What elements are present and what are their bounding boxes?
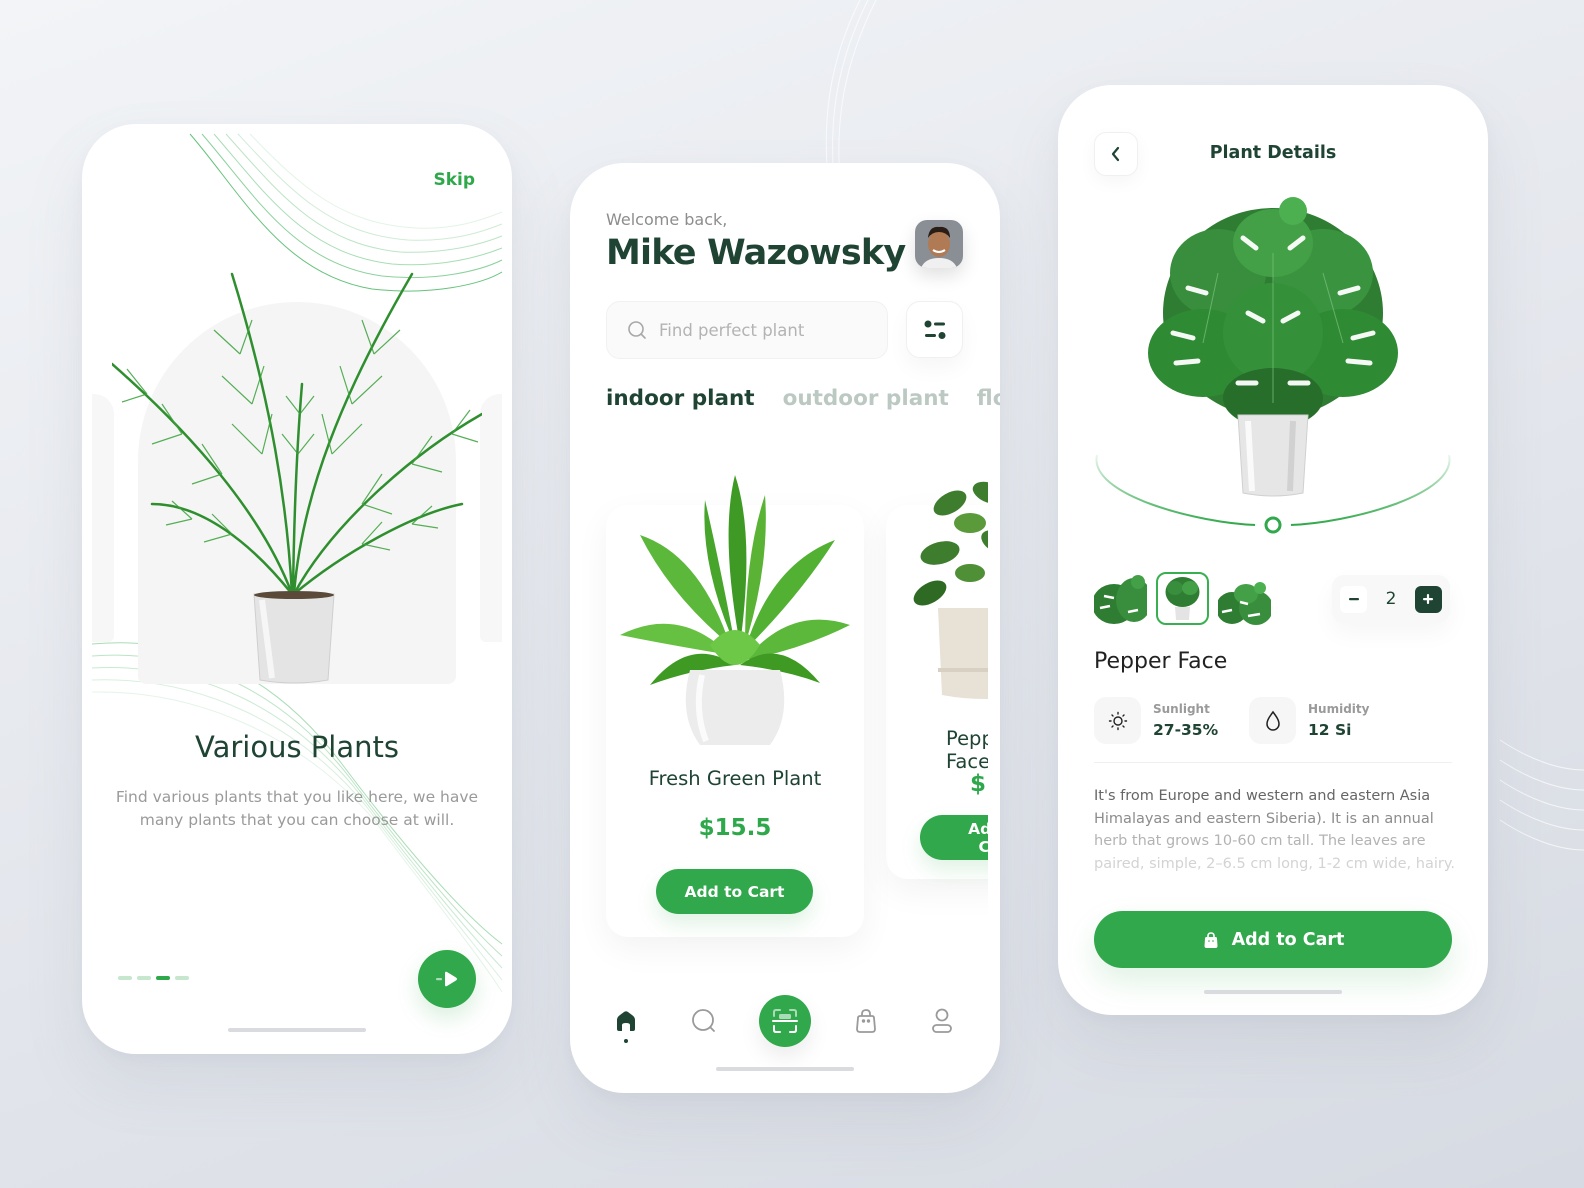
nav-profile[interactable] [916,995,968,1047]
tab-indoor-plant[interactable]: indoor plant [606,386,755,411]
page-title: Plant Details [1209,143,1337,163]
home-indicator [1204,990,1342,994]
stat-value: 27-35% [1153,721,1219,739]
plant-description: It's from Europe and western and eastern… [1094,785,1455,875]
thumbnail-leaf-closeup[interactable] [1094,572,1147,625]
stat-label: Humidity [1308,702,1370,716]
product-image [620,475,850,745]
minus-icon [1348,598,1359,601]
bag-icon [856,1009,876,1033]
arch-decoration [480,394,502,642]
page-dot [175,976,189,980]
sun-icon [1094,697,1141,744]
product-name: Fresh Green Plant [648,767,822,790]
scroll-clip [988,453,1000,953]
arrow-play-icon [436,971,457,987]
decrease-quantity-button[interactable] [1340,585,1367,613]
nav-bag[interactable] [840,995,892,1047]
product-card[interactable]: Fresh Green Plant $15.5 Add to Cart [606,475,864,937]
page-dot [118,976,132,980]
thumbnail-potted-plant[interactable] [1156,572,1209,625]
description-line: paired, simple, 2–6.5 cm long, 1-2 cm wi… [1094,855,1455,872]
stat-label: Sunlight [1153,702,1210,716]
product-image [913,481,1000,699]
welcome-text: Welcome back, [606,210,728,229]
stat-value: 12 Si [1308,721,1352,739]
user-name: Mike Wazowsky [606,233,906,273]
onboarding-screen: Skip Various Plants Find various plants … [82,124,512,1054]
add-to-cart-button[interactable]: Add to Cart [656,869,813,914]
search-field[interactable] [606,301,888,359]
active-indicator [624,1039,628,1043]
divider [1094,762,1452,763]
nav-search[interactable] [678,995,730,1047]
avatar[interactable] [915,220,963,268]
thumbnail-leaf-cluster[interactable] [1218,572,1271,625]
skip-button[interactable]: Skip [433,170,475,190]
page-indicator [118,976,189,980]
description-line: It's from Europe and western and eastern… [1094,788,1431,804]
home-screen: Welcome back, Mike Wazowsky indoor plant… [570,163,1000,1093]
plant-name: Pepper Face [1094,649,1228,674]
scan-icon [772,1009,798,1033]
profile-icon [932,1008,952,1033]
bottom-navigation [606,995,964,1047]
description-line: herb that grows 10-60 cm tall. The leave… [1094,833,1426,849]
tab-flower[interactable]: flower [977,386,1000,411]
add-to-cart-label: Add to Cart [1231,929,1345,950]
home-indicator [228,1028,366,1032]
plus-icon [1423,594,1434,604]
category-tabs: indoor plant outdoor plant flower [606,386,1000,411]
plant-image [1148,197,1398,497]
search-icon [628,321,646,339]
nav-home[interactable] [600,995,652,1047]
thumbnail-gallery [1094,572,1271,625]
sunlight-stat: Sunlight 27-35% [1094,697,1218,744]
palm-plant-image [112,272,482,684]
tab-outdoor-plant[interactable]: outdoor plant [783,386,949,411]
nav-scan[interactable] [759,995,811,1047]
description-line: Himalayas and eastern Siberia). It is an… [1094,810,1434,827]
quantity-stepper: 2 [1332,575,1450,623]
onboarding-title: Various Plants [195,730,399,764]
product-price: $15.5 [698,815,772,841]
add-to-cart-button[interactable]: Add to Cart [1094,911,1452,968]
home-icon [617,1011,635,1031]
plant-details-screen: Plant Details 2 Pepper Face Sunlight 27-… [1058,85,1488,1015]
page-dot [137,976,151,980]
onboarding-description: Find various plants that you like here, … [115,788,479,829]
quantity-value: 2 [1385,589,1397,609]
increase-quantity-button[interactable] [1414,585,1442,613]
search-input[interactable] [659,320,869,340]
arch-decoration [92,394,114,642]
search-icon [692,1009,715,1032]
water-drop-icon [1249,697,1296,744]
humidity-stat: Humidity 12 Si [1249,697,1369,744]
next-button[interactable] [418,950,476,1008]
bag-icon [1204,931,1218,948]
filter-icon [924,320,945,339]
filter-button[interactable] [906,301,963,358]
page-dot-active [156,976,170,980]
product-card[interactable]: Pepper Face $1 Add to Cart [886,481,1000,879]
home-indicator [716,1067,854,1071]
